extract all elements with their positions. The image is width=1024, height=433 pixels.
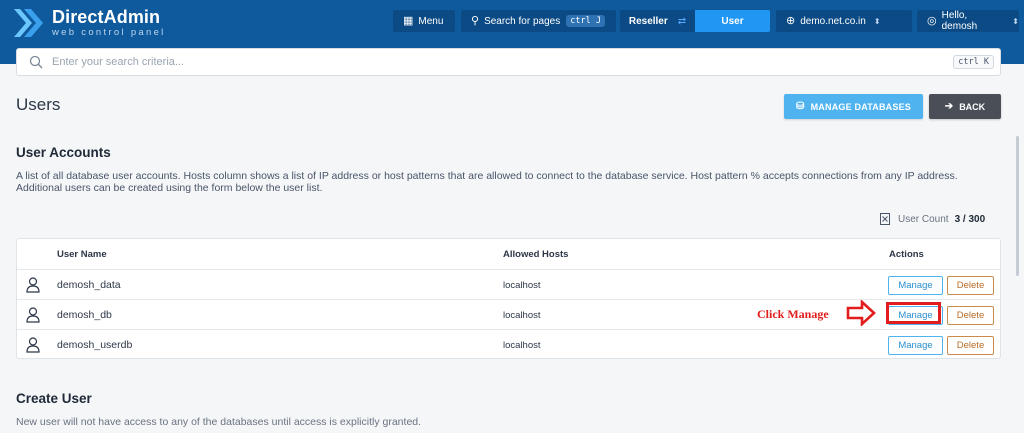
delete-button[interactable]: Delete [947,306,994,325]
user-icon [26,337,40,353]
search-shortcut: ctrl K [953,55,994,69]
manage-button[interactable]: Manage [888,276,943,295]
back-button[interactable]: ➔ BACK [929,94,1001,119]
allowed-hosts: localhost [503,340,541,351]
manage-highlight-box [886,302,941,324]
user-count-value: 3 / 300 [954,213,986,225]
annotation-label: Click Manage [757,307,829,321]
directadmin-logo-icon [12,7,46,39]
allowed-hosts: localhost [503,310,541,321]
chevron-updown-icon: ⬍ [1012,16,1019,26]
brand-title: DirectAdmin [52,7,161,27]
manage-databases-label: MANAGE DATABASES [810,101,911,112]
delete-button[interactable]: Delete [947,336,994,355]
grid-icon: ▦ [403,14,414,27]
user-menu[interactable]: ◎ Hello, demosh ⬍ [917,10,1019,32]
back-label: BACK [959,101,986,112]
scrollbar-thumb[interactable] [1016,136,1019,276]
user-icon [26,307,40,323]
swap-icon: ⇄ [677,15,687,27]
user-name[interactable]: demosh_userdb [57,339,132,351]
chevron-updown-icon: ⬍ [873,16,881,26]
manage-databases-button[interactable]: ⛁ MANAGE DATABASES [784,94,923,119]
user-count-label: User Count [898,213,949,225]
search-pages-label: Search for pages [484,15,561,27]
arrow-right-icon: ➔ [944,101,954,112]
search-input[interactable] [52,56,954,68]
arrow-right-icon [846,300,876,326]
greeting-label: Hello, demosh [941,10,978,32]
manage-button[interactable]: Manage [888,336,943,355]
page-scrollbar[interactable] [1016,64,1022,433]
table-row: demosh_userdb localhost Manage Delete [17,330,1000,360]
delete-button[interactable]: Delete [947,276,994,295]
level-reseller-label: Reseller [628,15,668,27]
domain-label: demo.net.co.in [800,15,866,27]
level-user-button[interactable]: User [695,10,770,32]
level-toggle[interactable]: Reseller ⇄ User [620,10,770,32]
global-search: ctrl K [16,48,1001,76]
menu-button[interactable]: ▦ Menu [393,10,455,32]
search-pages-button[interactable]: ⚲ Search for pages ctrl J [461,10,616,32]
document-x-icon [880,213,890,225]
logo[interactable]: DirectAdmin web control panel [12,7,166,39]
search-shortcut: ctrl J [566,15,605,27]
user-accounts-description: A list of all database user accounts. Ho… [16,170,958,194]
search-icon [29,55,43,69]
create-user-heading: Create User [16,391,92,406]
table-row: demosh_data localhost Manage Delete [17,270,1000,300]
menu-label: Menu [418,15,444,27]
level-reseller-button[interactable]: Reseller ⇄ [620,10,695,32]
allowed-hosts: localhost [503,280,541,291]
globe-icon: ⊕ [786,14,796,27]
user-accounts-heading: User Accounts [16,145,111,160]
page-title: Users [16,95,61,114]
user-name[interactable]: demosh_db [57,309,112,321]
search-icon: ⚲ [471,14,480,27]
user-name[interactable]: demosh_data [57,279,121,291]
database-icon: ⛁ [796,101,805,112]
user-icon [26,277,40,293]
column-allowed-hosts[interactable]: Allowed Hosts [503,249,568,260]
table-header: User Name Allowed Hosts Actions [17,239,1000,270]
user-count: User Count 3 / 300 [880,213,985,225]
user-accounts-table: User Name Allowed Hosts Actions demosh_d… [16,238,1001,359]
user-circle-icon: ◎ [927,14,937,27]
column-actions: Actions [889,249,924,260]
create-user-description: New user will not have access to any of … [16,416,422,428]
brand-subtitle: web control panel [52,27,166,38]
domain-selector[interactable]: ⊕ demo.net.co.in ⬍ [776,10,912,32]
column-user-name[interactable]: User Name [57,249,107,260]
level-user-label: User [721,15,744,27]
